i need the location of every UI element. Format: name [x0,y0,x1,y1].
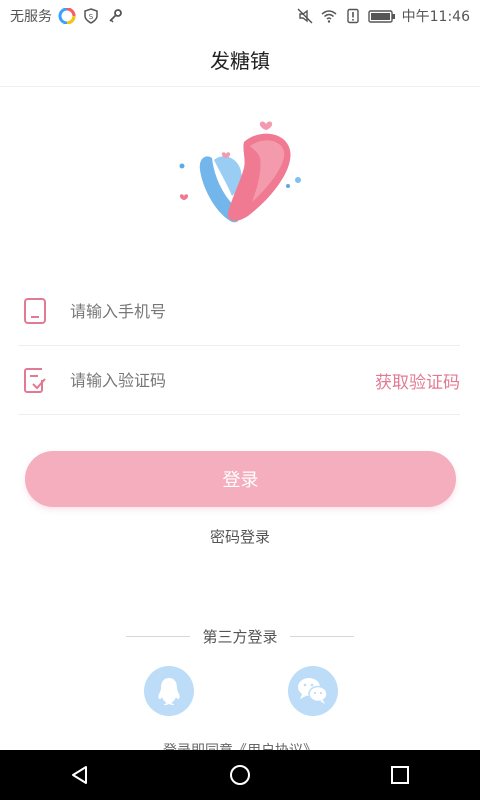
back-triangle-icon [72,766,87,784]
page-title: 发糖镇 [210,48,270,73]
divider-left [126,636,191,637]
divider-right [289,636,354,637]
recents-button[interactable] [380,755,420,795]
qq-login-button[interactable] [144,666,194,716]
shield-icon: S [84,8,98,24]
system-nav-bar [0,750,480,800]
alert-icon [346,8,359,24]
mute-icon [297,8,313,24]
qq-icon [158,678,180,705]
home-circle-icon [230,765,250,785]
status-time: 中午11:46 [401,9,470,25]
login-button[interactable]: 登录 [25,451,456,507]
back-button[interactable] [60,755,100,795]
svg-text:S: S [89,13,94,21]
third-party-divider: 第三方登录 [0,626,480,647]
third-party-label: 第三方登录 [202,628,278,646]
password-login-link[interactable]: 密码登录 [0,526,480,547]
battery-icon [367,10,395,23]
phone-icon [24,298,46,324]
code-input[interactable] [68,369,375,391]
wechat-login-button[interactable] [288,666,338,716]
app-icon [58,8,76,24]
home-button[interactable] [220,755,260,795]
wifi-icon [321,10,337,23]
status-bar: 无服务 S 中午11:46 [0,0,480,32]
phone-field-row [18,277,460,346]
get-code-button[interactable]: 获取验证码 [375,368,460,393]
recents-square-icon [391,766,409,784]
wechat-icon [298,678,328,704]
key-icon [109,9,122,23]
app-logo [179,121,301,223]
header: 发糖镇 [0,32,480,87]
verify-code-icon [24,368,46,393]
phone-input[interactable] [68,300,460,322]
status-right: 中午11:46 [296,6,470,26]
carrier-text: 无服务 [10,9,52,25]
status-left: 无服务 S [10,6,124,26]
code-field-row: 获取验证码 [18,346,460,415]
